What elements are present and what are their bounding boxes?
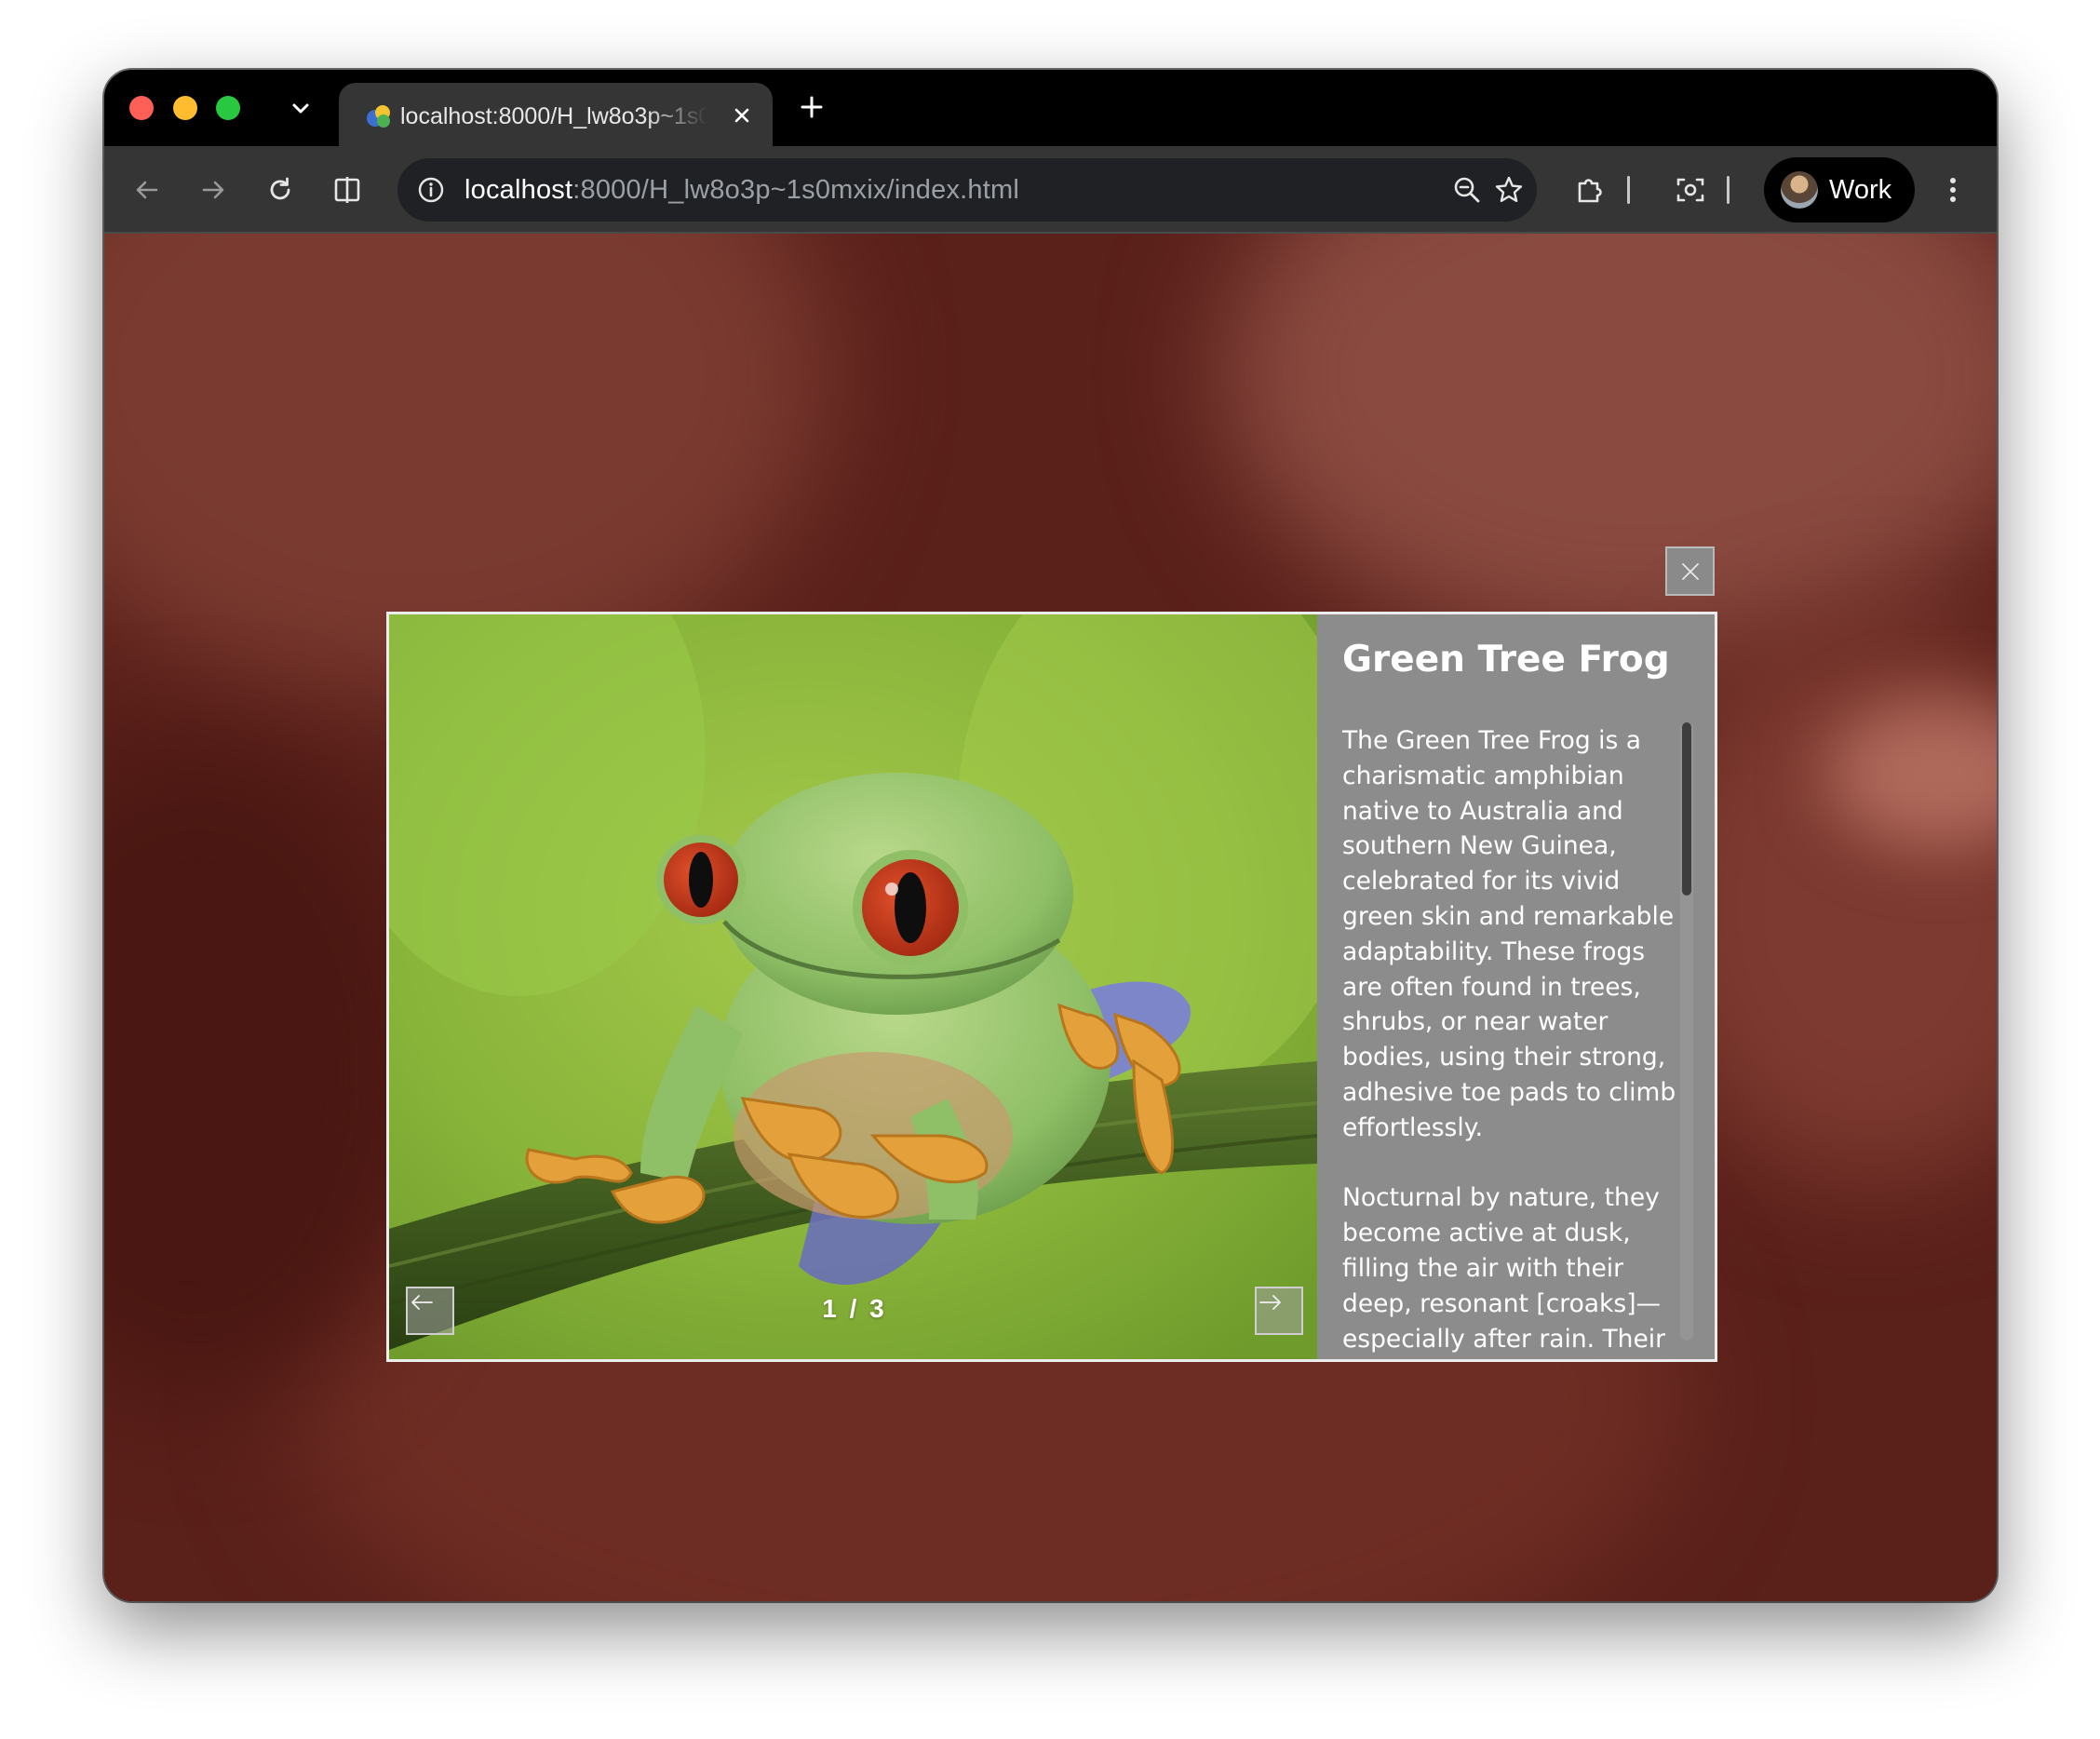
close-window-button[interactable] bbox=[129, 96, 154, 120]
browser-menu-button[interactable] bbox=[1931, 168, 1975, 212]
reload-button[interactable] bbox=[258, 168, 303, 212]
tab-strip: localhost:8000/H_lw8o3p~1s0mxix/index.ht… bbox=[104, 70, 1997, 148]
info-icon bbox=[418, 177, 444, 203]
info-scrollbar-thumb[interactable] bbox=[1682, 722, 1691, 896]
url-host: localhost bbox=[464, 175, 573, 205]
zoom-out-icon bbox=[1454, 177, 1480, 203]
previous-slide-button[interactable] bbox=[406, 1287, 454, 1335]
page-viewport: 1 / 3 Green Tree Frog The Green Tree Fro… bbox=[104, 234, 1997, 1601]
arrow-right-icon bbox=[202, 181, 224, 199]
back-button[interactable] bbox=[125, 168, 169, 212]
frog-photo: 1 / 3 bbox=[389, 614, 1317, 1359]
description-paragraph: The Green Tree Frog is a charismatic amp… bbox=[1342, 726, 1676, 1142]
lightbox-close-button[interactable] bbox=[1665, 546, 1715, 596]
chevron-down-icon bbox=[292, 103, 309, 114]
tab-active[interactable]: localhost:8000/H_lw8o3p~1s0mxix/index.ht… bbox=[339, 83, 773, 148]
favicon-icon bbox=[367, 105, 390, 128]
address-bar[interactable]: localhost:8000/H_lw8o3p~1s0mxix/index.ht… bbox=[397, 158, 1537, 222]
zoom-button[interactable] bbox=[1445, 168, 1489, 212]
info-panel[interactable]: Green Tree Frog The Green Tree Frog is a… bbox=[1317, 614, 1715, 1359]
side-panel-button[interactable] bbox=[325, 168, 370, 212]
star-icon bbox=[1495, 176, 1523, 202]
close-icon bbox=[1681, 562, 1699, 580]
new-tab-button[interactable] bbox=[793, 88, 830, 126]
lightbox-title: Green Tree Frog bbox=[1342, 639, 1670, 681]
site-info-button[interactable] bbox=[412, 171, 450, 209]
tab-search-button[interactable] bbox=[282, 90, 319, 128]
side-panel-icon bbox=[334, 177, 360, 203]
arrow-left-icon bbox=[136, 181, 158, 199]
arrow-left-icon bbox=[411, 1295, 433, 1310]
puzzle-icon bbox=[1578, 179, 1602, 203]
toolbar-separator bbox=[1627, 176, 1630, 204]
arrow-right-icon bbox=[1259, 1295, 1281, 1310]
toolbar: localhost:8000/H_lw8o3p~1s0mxix/index.ht… bbox=[104, 146, 1997, 234]
tab-title: localhost:8000/H_lw8o3p~1s0mxix/index.ht… bbox=[400, 103, 707, 129]
description-paragraph: Nocturnal by nature, they become active … bbox=[1342, 1183, 1666, 1354]
zoom-window-button[interactable] bbox=[216, 96, 240, 120]
background-blob bbox=[1221, 234, 1997, 653]
next-slide-button[interactable] bbox=[1255, 1287, 1303, 1335]
camera-icon bbox=[1676, 178, 1704, 202]
toolbar-separator bbox=[1727, 176, 1730, 204]
kebab-menu-icon bbox=[1950, 178, 1956, 202]
url-path: :8000/H_lw8o3p~1s0mxix/index.html bbox=[572, 175, 1019, 205]
close-icon bbox=[734, 108, 749, 123]
bookmark-button[interactable] bbox=[1487, 168, 1531, 212]
url-text: localhost:8000/H_lw8o3p~1s0mxix/index.ht… bbox=[464, 175, 1019, 206]
slide-counter: 1 / 3 bbox=[822, 1294, 887, 1323]
profile-button[interactable]: Work bbox=[1764, 157, 1915, 222]
minimize-window-button[interactable] bbox=[173, 96, 197, 120]
tab-close-button[interactable] bbox=[728, 101, 756, 129]
frog-image bbox=[389, 614, 1317, 1359]
avatar bbox=[1781, 171, 1818, 209]
lightbox: 1 / 3 Green Tree Frog The Green Tree Fro… bbox=[386, 612, 1717, 1362]
screenshot-button[interactable] bbox=[1668, 168, 1713, 212]
info-scrollbar[interactable] bbox=[1680, 722, 1693, 1341]
browser-window: localhost:8000/H_lw8o3p~1s0mxix/index.ht… bbox=[104, 70, 1997, 1601]
plus-icon bbox=[801, 96, 823, 118]
reload-icon bbox=[270, 177, 290, 200]
lightbox-description: The Green Tree Frog is a charismatic amp… bbox=[1342, 723, 1682, 1359]
extensions-button[interactable] bbox=[1568, 168, 1612, 212]
forward-button[interactable] bbox=[191, 168, 236, 212]
profile-label: Work bbox=[1829, 175, 1892, 205]
